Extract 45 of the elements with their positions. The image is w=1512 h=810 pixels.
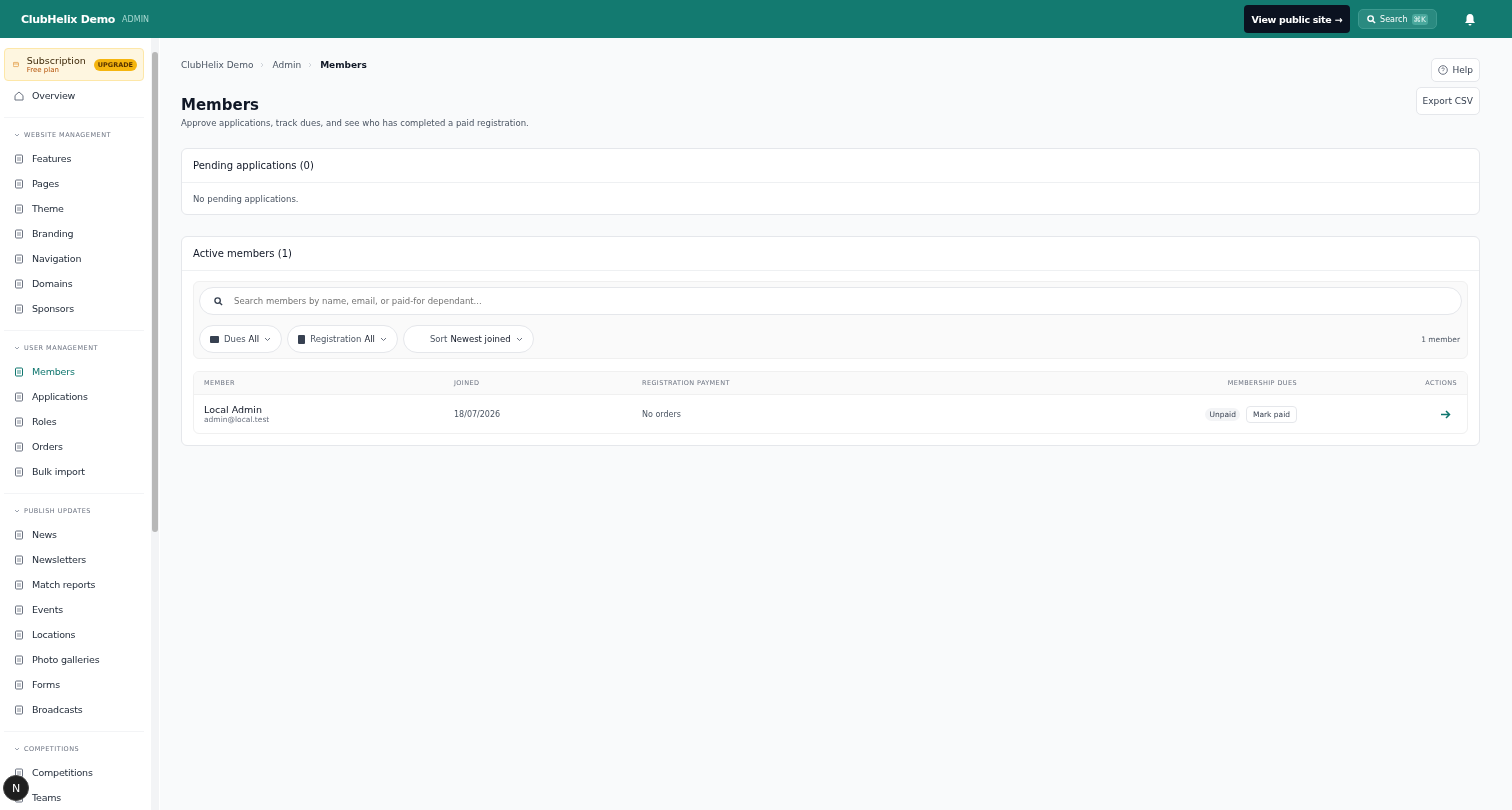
filter-dropdown[interactable]: Registration All [287, 325, 398, 353]
breadcrumb-link[interactable]: Members [320, 60, 367, 70]
sidebar-item[interactable]: Overview [32, 86, 144, 105]
empty-message: No pending applications. [192, 193, 300, 206]
member-name: Local Admin [204, 404, 263, 415]
table-cell-text: 18/07/2026 [454, 409, 502, 419]
sidebar-item[interactable]: Navigation [32, 249, 144, 268]
sidebar-item[interactable]: Forms [32, 675, 144, 694]
sidebar-item[interactable]: Domains [32, 274, 144, 293]
subscription-title: Subscription [26, 55, 86, 66]
sidebar-item[interactable]: Bulk import [32, 462, 144, 481]
page-subtitle: Approve applications, track dues, and see who has completed a paid registration. [181, 118, 529, 128]
sidebar-item[interactable]: Pages [32, 174, 144, 193]
filter-dropdown[interactable]: Dues All [199, 325, 283, 353]
filter-dropdown[interactable]: Sort Newest joined [402, 325, 534, 353]
sidebar-item[interactable]: Newsletters [32, 550, 144, 569]
breadcrumb-link[interactable]: ClubHelix Demo [181, 60, 254, 70]
brand-name[interactable]: ClubHelix Demo [21, 12, 116, 26]
role-label: ADMIN [122, 14, 149, 24]
sidebar-item[interactable]: Roles [32, 412, 144, 431]
export-csv-button[interactable]: Export CSV [1415, 87, 1480, 115]
page-title: Members [181, 96, 260, 114]
view-public-site-button[interactable]: View public site → [1243, 5, 1351, 33]
sidebar-item[interactable]: Orders [32, 437, 144, 456]
help-button[interactable]: Help [1431, 58, 1480, 82]
sidebar-item[interactable]: News [32, 525, 144, 544]
breadcrumb-link[interactable]: Admin [272, 60, 302, 70]
sidebar-item[interactable]: Theme [32, 199, 144, 218]
sidebar-item[interactable]: Members [32, 362, 144, 381]
sidebar-item[interactable]: Applications [32, 387, 144, 406]
card-title: Active members (1) [182, 237, 1479, 271]
sidebar-item[interactable]: Broadcasts [32, 700, 144, 719]
sidebar-item[interactable]: Teams [32, 788, 144, 807]
avatar[interactable]: N [3, 775, 29, 801]
sidebar-item[interactable]: Branding [32, 224, 144, 243]
sidebar-item[interactable]: Competitions [32, 763, 144, 782]
search-field[interactable]: Search members by name, email, or paid-for dependant... [199, 287, 1462, 315]
table-cell-text: No orders [642, 409, 682, 419]
sidebar-item[interactable]: Match reports [32, 575, 144, 594]
sidebar-item[interactable]: Events [32, 600, 144, 619]
sidebar-item[interactable]: Sponsors [32, 299, 144, 318]
sidebar-item[interactable]: Photo galleries [32, 650, 144, 669]
card-title: Pending applications (0) [182, 149, 1479, 183]
sidebar-item[interactable]: Features [32, 149, 144, 168]
sidebar-item[interactable]: Locations [32, 625, 144, 644]
